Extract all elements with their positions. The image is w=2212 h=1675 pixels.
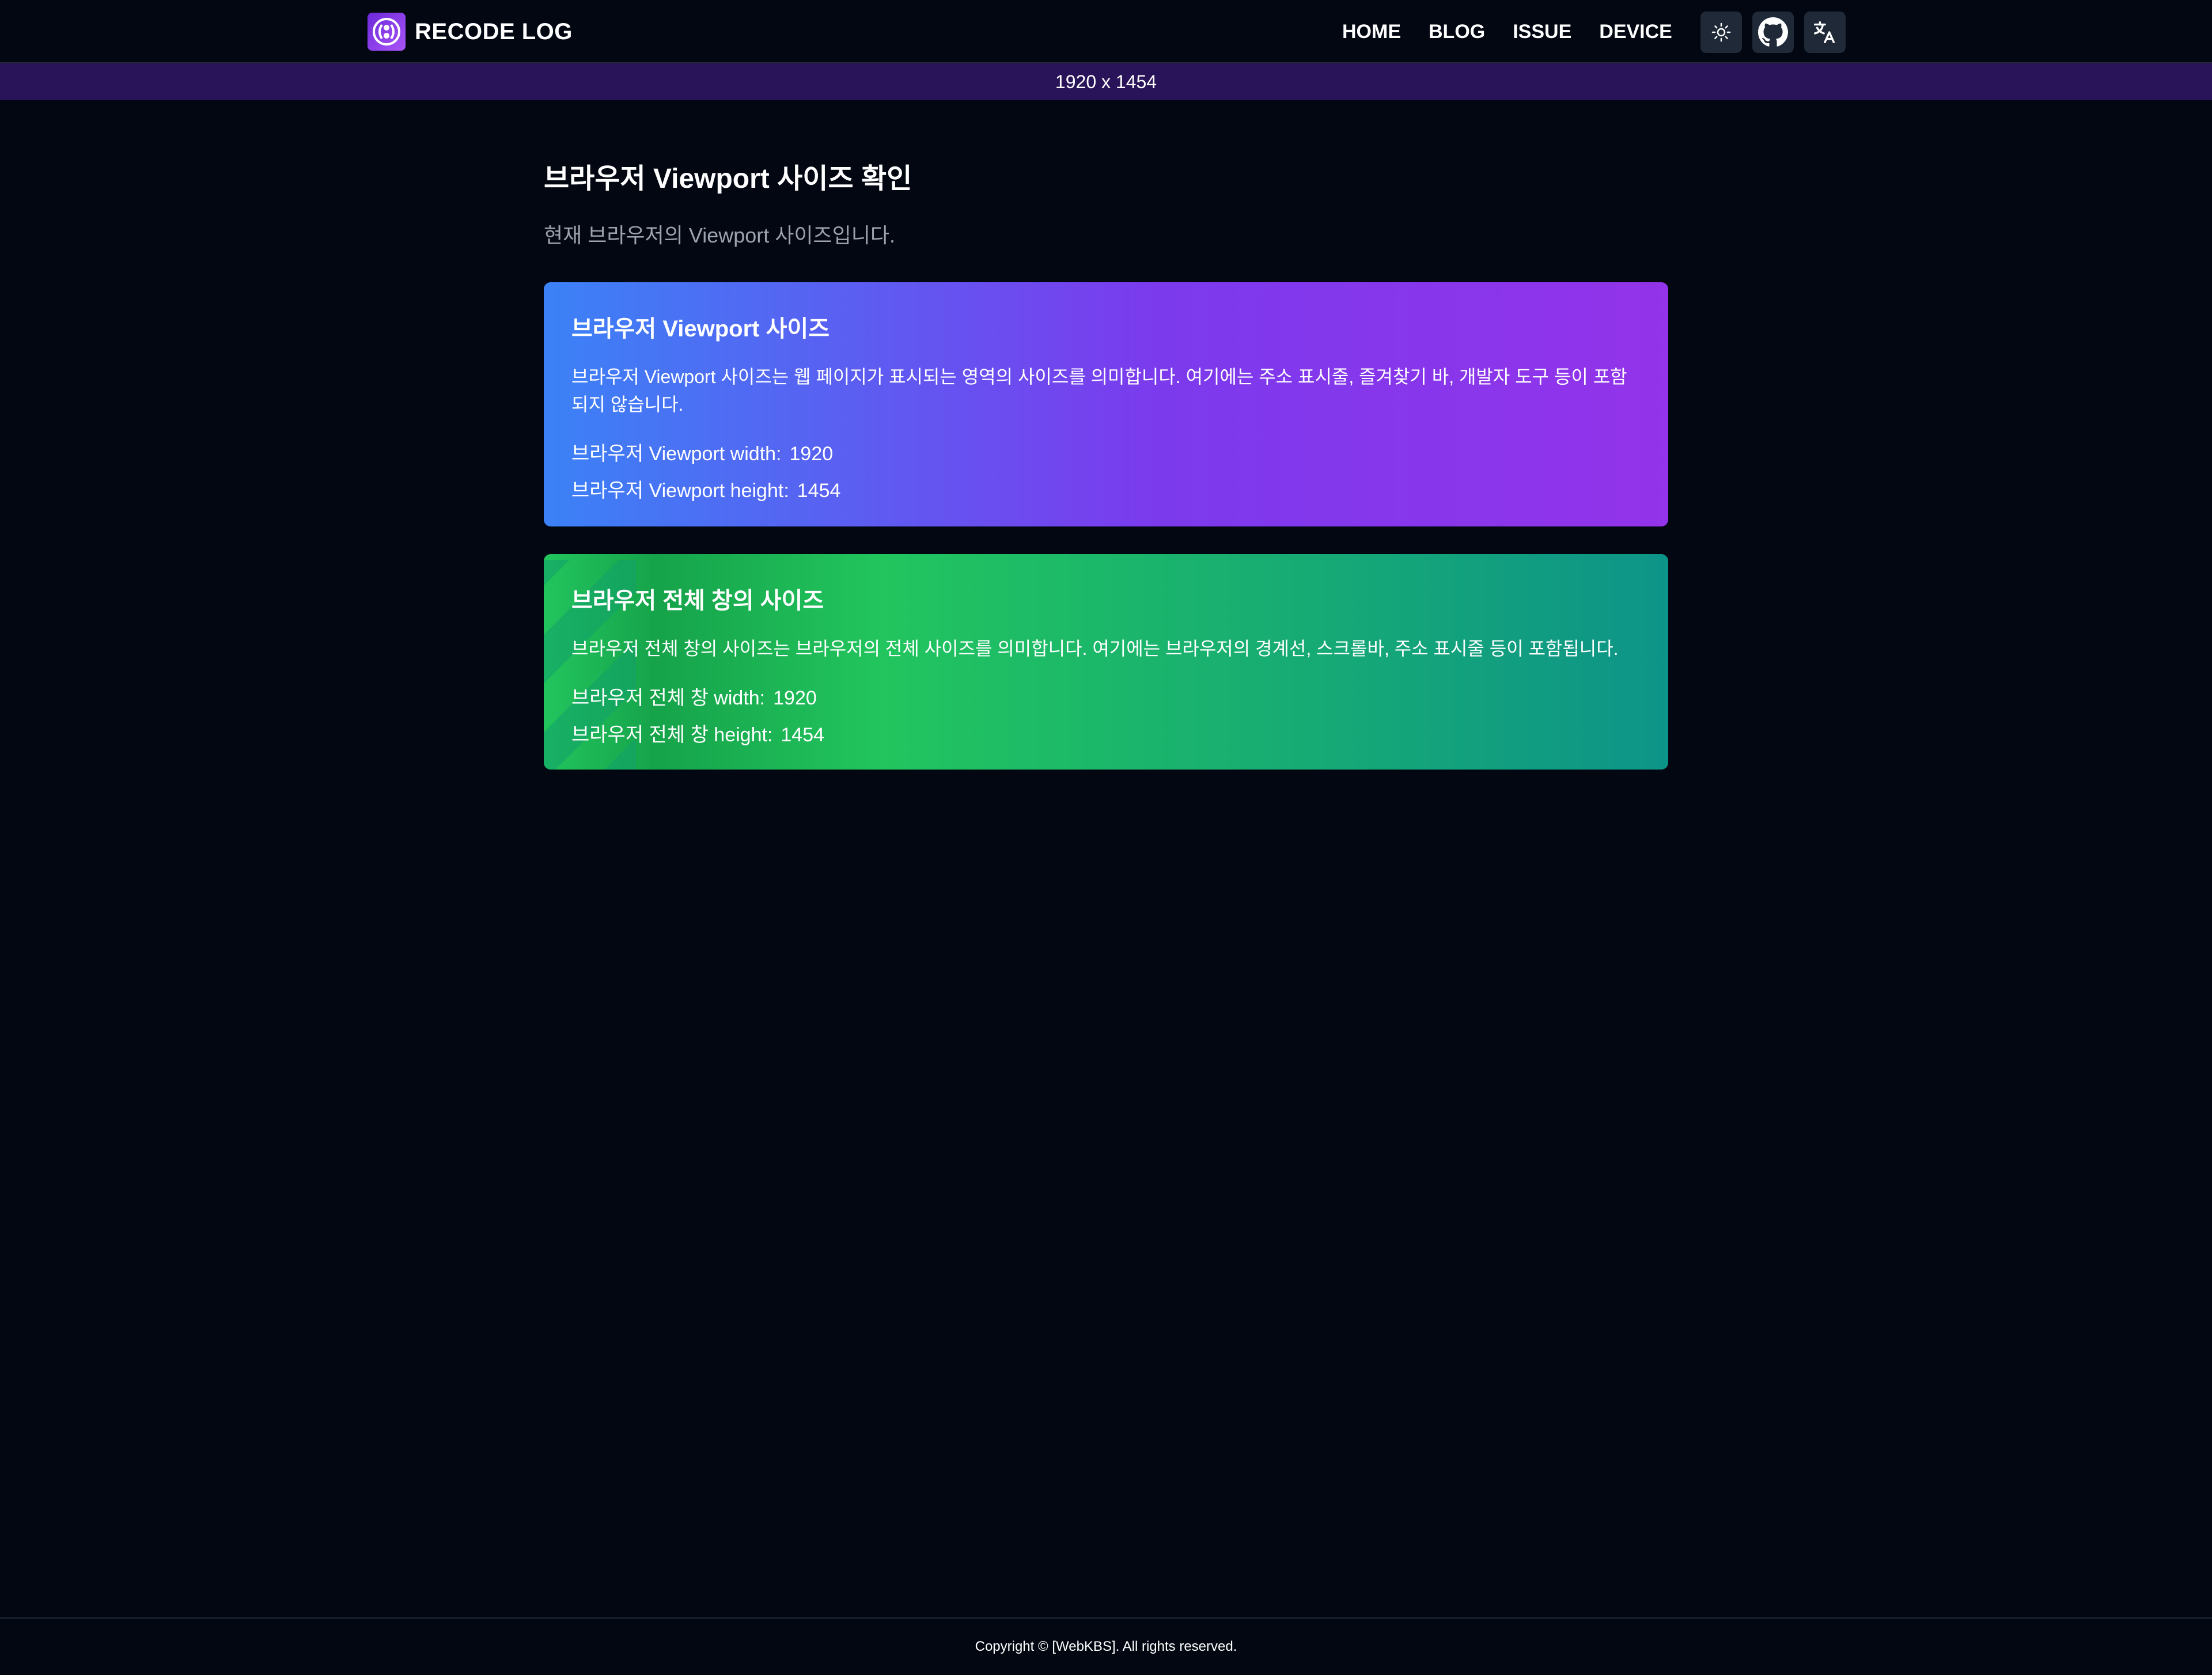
window-size-card: 브라우저 전체 창의 사이즈 브라우저 전체 창의 사이즈는 브라우저의 전체 … xyxy=(544,554,1668,770)
viewport-width-value: 1920 xyxy=(789,443,834,465)
brand-name: RECODE LOG xyxy=(415,18,573,44)
top-header: RECODE LOG HOME BLOG ISSUE DEVICE xyxy=(0,0,2212,63)
brand-link[interactable]: RECODE LOG xyxy=(368,13,573,51)
translate-icon xyxy=(1814,21,1835,43)
main-content: 브라우저 Viewport 사이즈 확인 현재 브라우저의 Viewport 사… xyxy=(544,156,1668,770)
nav-issue[interactable]: ISSUE xyxy=(1513,21,1571,43)
card-description: 브라우저 전체 창의 사이즈는 브라우저의 전체 사이즈를 의미합니다. 여기에… xyxy=(571,638,1619,659)
header-actions xyxy=(1700,12,1846,53)
card-title: 브라우저 전체 창의 사이즈 xyxy=(571,588,824,613)
main-nav: HOME BLOG ISSUE DEVICE xyxy=(1342,13,1700,51)
page-title: 브라우저 Viewport 사이즈 확인 xyxy=(544,164,912,194)
copyright-text: Copyright © [WebKBS]. All rights reserve… xyxy=(975,1639,1237,1654)
window-height-value: 1454 xyxy=(781,724,825,746)
github-button[interactable] xyxy=(1752,12,1794,53)
nav-blog[interactable]: BLOG xyxy=(1429,21,1485,43)
window-width-row: 브라우저 전체 창 width: 1920 xyxy=(571,680,1641,717)
theme-toggle-button[interactable] xyxy=(1700,12,1742,53)
viewport-size-bar: 1920 x 1454 xyxy=(0,63,2212,100)
viewport-height-row: 브라우저 Viewport height: 1454 xyxy=(571,472,1641,509)
viewport-height-label: 브라우저 Viewport height: xyxy=(571,480,789,502)
logo-icon xyxy=(368,13,406,51)
window-width-value: 1920 xyxy=(773,687,817,709)
language-button[interactable] xyxy=(1804,12,1846,53)
footer: Copyright © [WebKBS]. All rights reserve… xyxy=(0,1617,2212,1675)
card-title: 브라우저 Viewport 사이즈 xyxy=(571,316,830,342)
window-height-label: 브라우저 전체 창 height: xyxy=(571,724,773,746)
page-subtitle: 현재 브라우저의 Viewport 사이즈입니다. xyxy=(544,223,895,247)
viewport-size-text: 1920 x 1454 xyxy=(1055,71,1157,92)
nav-device[interactable]: DEVICE xyxy=(1599,21,1672,43)
nav-home[interactable]: HOME xyxy=(1342,21,1401,43)
viewport-height-value: 1454 xyxy=(797,480,841,502)
viewport-size-card: 브라우저 Viewport 사이즈 브라우저 Viewport 사이즈는 웹 페… xyxy=(544,282,1668,526)
window-height-row: 브라우저 전체 창 height: 1454 xyxy=(571,717,1641,753)
viewport-width-row: 브라우저 Viewport width: 1920 xyxy=(571,435,1641,472)
sun-icon xyxy=(1711,22,1731,42)
window-width-label: 브라우저 전체 창 width: xyxy=(571,687,766,709)
card-description: 브라우저 Viewport 사이즈는 웹 페이지가 표시되는 영역의 사이즈를 … xyxy=(571,366,1627,415)
github-icon xyxy=(1758,17,1788,47)
viewport-width-label: 브라우저 Viewport width: xyxy=(571,443,782,465)
